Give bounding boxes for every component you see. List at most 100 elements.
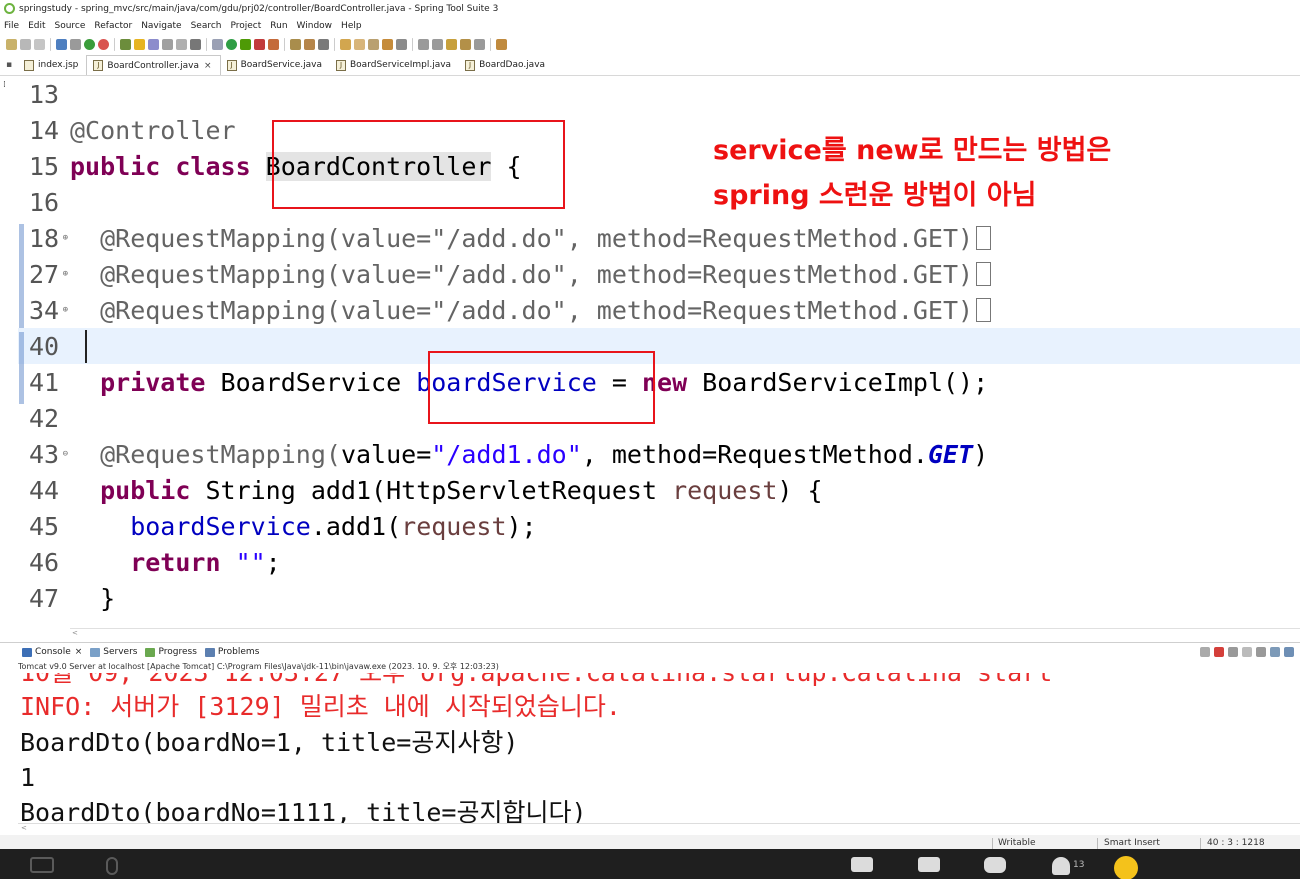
debug-icon[interactable] (84, 39, 95, 50)
code-line: 41 private BoardService boardService = n… (18, 364, 1300, 404)
tab-index-jsp[interactable]: index.jsp (18, 55, 86, 75)
code-text: ; (265, 547, 281, 577)
tab-console[interactable]: Console × (22, 647, 82, 657)
package-explorer-icon[interactable]: ▪ (0, 55, 18, 75)
folded-block-indicator[interactable] (976, 298, 992, 322)
clear-console-icon[interactable] (1256, 647, 1266, 657)
forward-icon[interactable] (474, 39, 485, 50)
line-number: 13 (29, 79, 60, 109)
chat-icon[interactable] (984, 857, 1006, 873)
terminal-icon[interactable] (56, 39, 67, 50)
new-package-icon[interactable] (290, 39, 301, 50)
tab-boardservice-java[interactable]: J BoardService.java (221, 55, 330, 75)
code-line: 47 } (18, 580, 1300, 616)
menu-search[interactable]: Search (191, 21, 222, 31)
annotation-note-line2: spring 스런운 방법이 아님 (713, 180, 1037, 211)
tab-problems[interactable]: Problems (204, 647, 259, 657)
annotation-note-line1: service를 new로 만드는 방법은 (713, 135, 1112, 166)
toolbar-separator (114, 38, 115, 51)
console-line: BoardDto(boardNo=1111, title=공지합니다) (20, 798, 587, 823)
tab-label: BoardController.java (107, 60, 200, 71)
annotation-icon[interactable] (148, 39, 159, 50)
menu-edit[interactable]: Edit (28, 21, 45, 31)
editor-side-gutter (0, 76, 18, 628)
share-screen-icon[interactable] (918, 857, 940, 872)
video-icon[interactable] (851, 857, 873, 872)
search-icon[interactable] (368, 39, 379, 50)
console-icon (22, 647, 32, 657)
scroll-lock-icon[interactable] (1270, 647, 1280, 657)
close-icon[interactable]: × (204, 61, 212, 71)
highlight-icon[interactable] (134, 39, 145, 50)
reaction-emoji-icon[interactable] (1114, 856, 1138, 879)
line-number: 34 ⊕ (18, 295, 70, 332)
tab-boardcontroller-java[interactable]: J BoardController.java × (86, 55, 221, 75)
run-icon[interactable] (226, 39, 237, 50)
debug-run-icon[interactable] (212, 39, 223, 50)
tab-boardserviceimpl-java[interactable]: J BoardServiceImpl.java (330, 55, 459, 75)
fold-expand-icon[interactable]: ⊕ (63, 305, 68, 315)
menu-navigate[interactable]: Navigate (141, 21, 181, 31)
new-class-icon[interactable] (304, 39, 315, 50)
string-literal: "" (220, 547, 266, 577)
coverage-icon[interactable] (240, 39, 251, 50)
next-annotation-icon[interactable] (418, 39, 429, 50)
menu-refactor[interactable]: Refactor (94, 21, 132, 31)
menu-file[interactable]: File (4, 21, 19, 31)
main-toolbar (0, 34, 1300, 55)
fold-expand-icon[interactable]: ⊕ (63, 233, 68, 243)
line-number: 42 (29, 403, 60, 433)
open-perspective-icon[interactable] (496, 39, 507, 50)
stop-icon[interactable] (98, 39, 109, 50)
fold-expand-icon[interactable]: ⊕ (63, 269, 68, 279)
editor-horizontal-scrollbar[interactable]: < (70, 628, 1300, 640)
new-icon[interactable] (6, 39, 17, 50)
tab-boarddao-java[interactable]: J BoardDao.java (459, 55, 553, 75)
layout-icon[interactable] (162, 39, 173, 50)
writable-status: Writable (998, 838, 1036, 848)
block-icon[interactable] (176, 39, 187, 50)
tab-servers[interactable]: Servers (90, 647, 137, 657)
change-marker (19, 367, 24, 404)
menu-run[interactable]: Run (270, 21, 287, 31)
servers-icon (90, 647, 101, 657)
remove-all-icon[interactable] (1242, 647, 1252, 657)
folded-block-indicator[interactable] (976, 262, 992, 286)
open-task-icon[interactable] (354, 39, 365, 50)
previous-annotation-icon[interactable] (432, 39, 443, 50)
remove-launch-icon[interactable] (1228, 647, 1238, 657)
menu-project[interactable]: Project (230, 21, 261, 31)
terminate-icon[interactable] (1214, 647, 1224, 657)
close-icon[interactable]: × (75, 647, 83, 657)
save-icon[interactable] (20, 39, 31, 50)
skip-breakpoints-icon[interactable] (70, 39, 81, 50)
folded-block-indicator[interactable] (976, 226, 992, 250)
tab-label: BoardService.java (240, 60, 322, 70)
outline-toggle-icon[interactable]: ⁞ (3, 80, 6, 90)
code-line: 43 ⊖ @RequestMapping( value= "/add1.do" ,… (18, 436, 1300, 472)
pin-editor-icon[interactable] (382, 39, 393, 50)
pin-icon[interactable] (1200, 647, 1210, 657)
open-type-icon[interactable] (340, 39, 351, 50)
web-browser-icon[interactable] (396, 39, 407, 50)
last-edit-icon[interactable] (446, 39, 457, 50)
menu-source[interactable]: Source (55, 21, 86, 31)
save-all-icon[interactable] (34, 39, 45, 50)
microphone-off-icon[interactable] (106, 857, 118, 875)
word-wrap-icon[interactable] (1284, 647, 1294, 657)
keyword: public class (70, 151, 266, 181)
back-icon[interactable] (460, 39, 471, 50)
new-server-icon[interactable] (318, 39, 329, 50)
menu-window[interactable]: Window (297, 21, 333, 31)
console-output[interactable]: 10월 09, 2023 12:03:27 오후 org.apache.cata… (0, 673, 1300, 823)
participants-icon[interactable] (1052, 857, 1070, 875)
menu-help[interactable]: Help (341, 21, 362, 31)
camera-off-icon[interactable] (30, 857, 54, 873)
console-horizontal-scrollbar[interactable]: < (18, 823, 1300, 835)
server-icon[interactable] (268, 39, 279, 50)
tab-progress[interactable]: Progress (145, 647, 197, 657)
fold-collapse-icon[interactable]: ⊖ (63, 449, 68, 459)
whitespace-icon[interactable] (190, 39, 201, 50)
spring-icon[interactable] (120, 39, 131, 50)
external-tools-icon[interactable] (254, 39, 265, 50)
